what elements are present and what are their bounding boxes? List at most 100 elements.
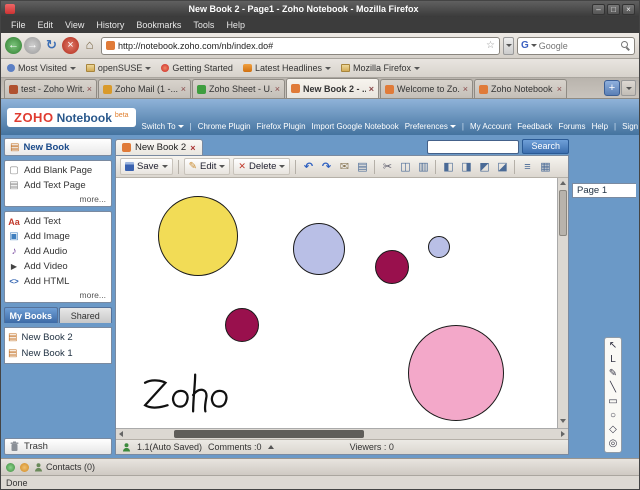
- tab-close-icon[interactable]: ×: [369, 84, 374, 94]
- canvas-shape-2[interactable]: [293, 223, 345, 275]
- polygon-tool[interactable]: ◇: [606, 423, 620, 437]
- scroll-up-icon[interactable]: [560, 181, 566, 185]
- stop-button[interactable]: ×: [62, 37, 79, 54]
- drawing-canvas[interactable]: [116, 178, 557, 428]
- new-book-button[interactable]: ▤ New Book: [4, 138, 112, 156]
- handwritten-text[interactable]: [142, 370, 234, 418]
- sidebar-add-image[interactable]: ▣Add Image: [8, 229, 108, 244]
- tab-my-books[interactable]: My Books: [4, 307, 58, 323]
- tab-close-icon[interactable]: ×: [463, 84, 468, 94]
- text-tool[interactable]: L: [606, 353, 620, 367]
- tab-close-icon[interactable]: ×: [181, 84, 186, 94]
- tab-shared[interactable]: Shared: [59, 307, 113, 323]
- header-link-help[interactable]: Help: [592, 122, 608, 131]
- canvas-shape-1[interactable]: [158, 196, 238, 276]
- bookmark-getting-started[interactable]: Getting Started: [161, 63, 233, 73]
- search-button[interactable]: Search: [522, 139, 569, 154]
- bookmark-opensuse[interactable]: openSUSE: [86, 63, 152, 73]
- browser-tab-zoho-notebook[interactable]: Zoho Notebook×: [474, 79, 567, 98]
- url-bar[interactable]: [101, 37, 500, 55]
- chevron-down-icon[interactable]: [531, 44, 537, 47]
- maximize-button[interactable]: □: [607, 4, 620, 15]
- tab-close-icon[interactable]: ×: [87, 84, 92, 94]
- menu-edit[interactable]: Edit: [32, 17, 60, 33]
- header-link-my-account[interactable]: My Account: [470, 122, 511, 131]
- reload-button[interactable]: ↻: [43, 37, 60, 54]
- sidebar-add-audio[interactable]: ♪Add Audio: [8, 244, 108, 259]
- web-search-input[interactable]: [539, 41, 619, 51]
- send-backward-icon[interactable]: ◪: [494, 159, 510, 175]
- tab-list-button[interactable]: [621, 80, 636, 96]
- sidebar-add-text[interactable]: AaAdd Text: [8, 214, 108, 229]
- browser-tab-new-book-2[interactable]: New Book 2 - ...×: [286, 78, 379, 98]
- scroll-right-icon[interactable]: [561, 431, 565, 437]
- edit-button[interactable]: ✎ Edit: [184, 158, 231, 175]
- browser-tab-zoho-mail-1[interactable]: Zoho Mail (1 -...×: [98, 79, 191, 98]
- back-button[interactable]: ←: [5, 37, 22, 54]
- header-link-switch-to[interactable]: Switch To: [142, 122, 184, 131]
- insert-actions-more-link[interactable]: more...: [8, 289, 108, 300]
- zoho-notebook-logo[interactable]: ZOHO Notebook beta: [7, 108, 136, 127]
- menu-view[interactable]: View: [59, 17, 90, 33]
- header-link-sign-out[interactable]: Sign Out: [622, 122, 640, 131]
- pointer-tool[interactable]: ↖: [606, 339, 620, 353]
- collapse-icon[interactable]: [268, 445, 274, 449]
- save-button[interactable]: Save: [120, 158, 173, 175]
- search-icon[interactable]: [621, 41, 631, 51]
- tab-close-icon[interactable]: ×: [557, 84, 562, 94]
- tab-close-icon[interactable]: ×: [275, 84, 280, 94]
- header-link-feedback[interactable]: Feedback: [517, 122, 552, 131]
- trash-button[interactable]: Trash: [4, 438, 112, 455]
- ellipse-tool[interactable]: ○: [606, 409, 620, 423]
- page-actions-more-link[interactable]: more...: [8, 193, 108, 204]
- send-back-icon[interactable]: ◨: [458, 159, 474, 175]
- web-search-box[interactable]: [517, 37, 635, 55]
- vertical-scrollbar[interactable]: [557, 178, 568, 428]
- canvas-shape-4[interactable]: [428, 236, 450, 258]
- sidebar-add-html[interactable]: <>Add HTML: [8, 274, 108, 289]
- home-button[interactable]: ⌂: [81, 37, 98, 54]
- book-item-new-book-2[interactable]: ▤New Book 2: [8, 330, 108, 345]
- page-list-item[interactable]: Page 1: [572, 183, 636, 198]
- contacts-button[interactable]: Contacts (0): [34, 462, 95, 472]
- bookmark-most-visited[interactable]: Most Visited: [7, 63, 76, 73]
- close-button[interactable]: ×: [622, 4, 635, 15]
- forward-button[interactable]: →: [24, 37, 41, 54]
- grid-icon[interactable]: ▦: [537, 159, 553, 175]
- circle-tool[interactable]: ◎: [606, 437, 620, 451]
- delete-button[interactable]: ✕ Delete: [233, 158, 290, 175]
- bookmark-latest-headlines[interactable]: Latest Headlines: [243, 63, 331, 73]
- canvas-shape-5[interactable]: [225, 308, 259, 342]
- menu-bookmarks[interactable]: Bookmarks: [130, 17, 187, 33]
- bookmark-mozilla-firefox[interactable]: Mozilla Firefox: [341, 63, 420, 73]
- comments-count[interactable]: Comments :0: [208, 442, 262, 452]
- busy-status-icon[interactable]: [20, 463, 29, 472]
- copy-icon[interactable]: ◫: [397, 159, 413, 175]
- minimize-button[interactable]: –: [592, 4, 605, 15]
- canvas-shape-3[interactable]: [375, 250, 409, 284]
- canvas-shape-6[interactable]: [408, 325, 504, 421]
- header-link-preferences[interactable]: Preferences: [405, 122, 456, 131]
- scrollbar-thumb[interactable]: [559, 190, 567, 236]
- scroll-down-icon[interactable]: [560, 419, 566, 423]
- scroll-left-icon[interactable]: [119, 431, 123, 437]
- url-history-dropdown[interactable]: [503, 37, 514, 55]
- line-tool[interactable]: ╲: [606, 381, 620, 395]
- sidebar-add-blank-page[interactable]: ▢Add Blank Page: [8, 163, 108, 178]
- redo-icon[interactable]: ↷: [318, 159, 334, 175]
- browser-tab-test-zoho-writ[interactable]: test - Zoho Writ...×: [4, 79, 97, 98]
- header-link-import-google-notebook[interactable]: Import Google Notebook: [312, 122, 399, 131]
- header-link-forums[interactable]: Forums: [558, 122, 585, 131]
- url-input[interactable]: [118, 41, 483, 51]
- cut-icon[interactable]: ✂: [379, 159, 395, 175]
- bring-forward-icon[interactable]: ◩: [476, 159, 492, 175]
- sidebar-add-video[interactable]: ▶Add Video: [8, 259, 108, 274]
- horizontal-scrollbar[interactable]: [116, 428, 568, 439]
- new-tab-button[interactable]: +: [604, 80, 620, 96]
- print-icon[interactable]: ▤: [354, 159, 370, 175]
- mail-icon[interactable]: ✉: [336, 159, 352, 175]
- close-icon[interactable]: ×: [190, 143, 195, 153]
- menu-file[interactable]: File: [5, 17, 32, 33]
- book-item-new-book-1[interactable]: ▤New Book 1: [8, 346, 108, 361]
- rect-tool[interactable]: ▭: [606, 395, 620, 409]
